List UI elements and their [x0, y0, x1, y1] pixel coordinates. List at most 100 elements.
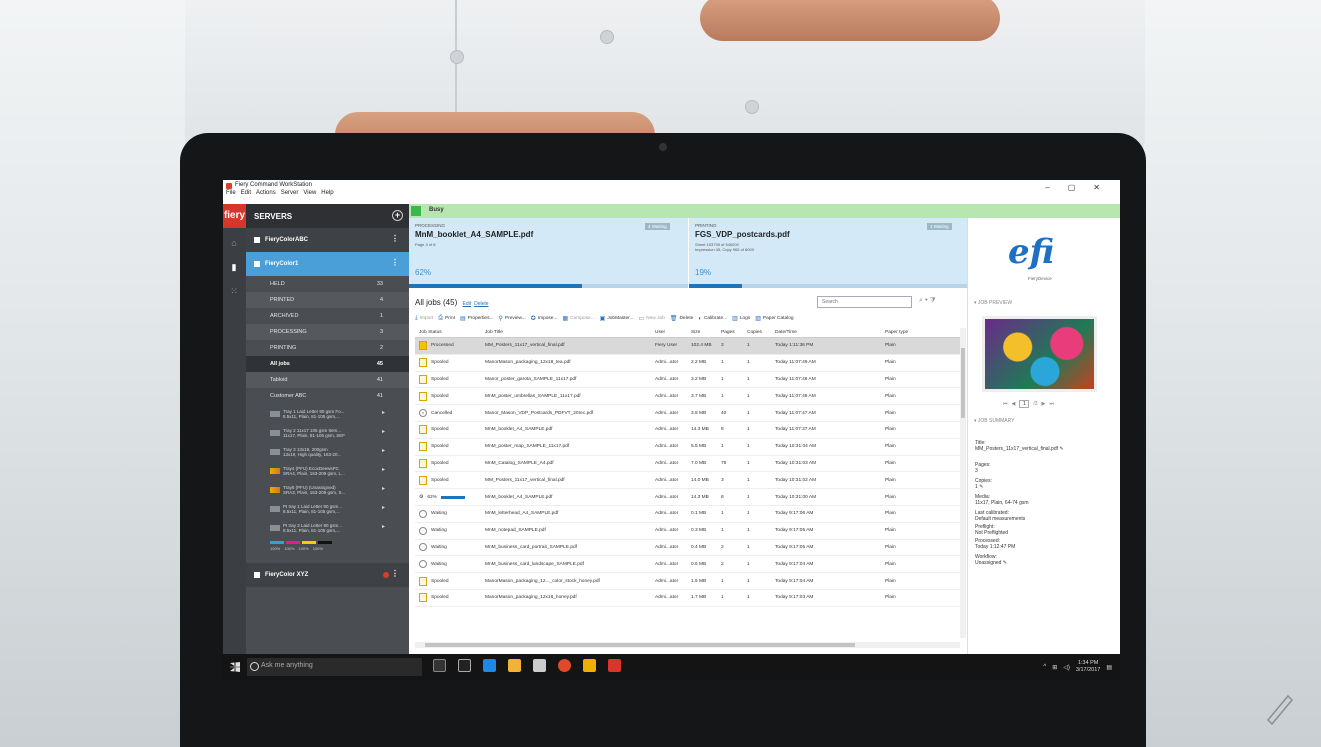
search-input[interactable] — [817, 296, 912, 308]
media-tray-item[interactable]: Tray5 (PFU) (Unassigned) SRA3, Plain, 163… — [246, 480, 409, 499]
scroll-thumb[interactable] — [425, 643, 855, 647]
minimize-button[interactable]: – — [1045, 183, 1049, 192]
volume-icon[interactable]: ◁) — [1063, 664, 1070, 671]
menu-edit[interactable]: Edit — [241, 190, 251, 196]
scroll-thumb[interactable] — [961, 348, 965, 418]
column-header[interactable]: Copies — [741, 330, 775, 335]
media-tray-item[interactable]: Tray4 (PFU) EcoxDeewsPC SRA4, Plain, 163-… — [246, 461, 409, 480]
table-row[interactable]: Waiting MnM_business_card_portrait_SAMPLE… — [415, 540, 961, 557]
impose-button[interactable]: ✪ Impose... — [531, 315, 558, 322]
waiting-badge[interactable]: 1 Waiting — [927, 223, 952, 230]
table-row[interactable]: × Cancelled Manor_Mason_VDP_Postcards_PDFV… — [415, 405, 961, 422]
table-row[interactable]: Spooled MM_Posters_11x17_vertical_final.p… — [415, 472, 961, 490]
app-icon-yellow[interactable] — [583, 659, 596, 672]
more-options-icon[interactable]: ⋮ — [391, 569, 399, 578]
logs-button[interactable]: ▥ Logs — [732, 315, 750, 322]
queue-item-archived[interactable]: ARCHIVED 1 — [246, 308, 409, 324]
more-options-icon[interactable]: ⋮ — [391, 234, 399, 243]
media-tray-item[interactable]: PI tray 2 Laid Letter 90 gsm... 8.5x11, P… — [246, 518, 409, 537]
preview-button[interactable]: ⚲ Preview... — [499, 315, 526, 322]
edit-pencil-icon[interactable]: ✎ — [978, 484, 983, 490]
task-view-icon[interactable] — [458, 659, 471, 672]
server-icon[interactable]: ▮ — [229, 262, 239, 272]
page-number-input[interactable]: 1 — [1019, 400, 1030, 408]
import-button[interactable]: ⤓ Import — [415, 315, 433, 322]
column-header[interactable]: Job Status — [415, 330, 485, 335]
clock[interactable]: 1:34 PM 3/17/2017 — [1076, 660, 1100, 674]
table-row[interactable]: Processed MM_Posters_11x17_vertical_final… — [415, 338, 961, 355]
table-row[interactable]: Spooled ManorMason_packaging_12..._color_… — [415, 573, 961, 590]
menu-actions[interactable]: Actions — [256, 190, 276, 196]
column-header[interactable]: Date/Time — [775, 330, 885, 335]
table-row[interactable]: Waiting MnM_notepad_SAMPLE.pdf Admi...ator… — [415, 523, 961, 540]
delete-link[interactable]: Delete — [474, 301, 488, 307]
file-explorer-icon[interactable] — [508, 659, 521, 672]
store-icon[interactable] — [533, 659, 546, 672]
job-summary-section-title[interactable]: ▾ JOB SUMMARY — [974, 418, 1015, 424]
horizontal-scrollbar[interactable] — [415, 642, 960, 648]
chevron-up-icon[interactable]: ^ — [1043, 664, 1046, 670]
media-tray-item[interactable]: Tray 3 13x19, 200gsm 13x19, High quality,… — [246, 442, 409, 461]
waiting-badge[interactable]: 4 Waiting — [645, 223, 670, 230]
vertical-scrollbar[interactable] — [960, 328, 966, 638]
column-header[interactable]: Size — [691, 330, 721, 335]
home-icon[interactable]: ⌂ — [229, 238, 239, 248]
more-options-icon[interactable]: ⋮ — [391, 258, 399, 267]
edit-pencil-icon[interactable]: ✎ — [1058, 446, 1063, 452]
apps-grid-icon[interactable]: ⁙ — [229, 286, 239, 296]
fiery-app-icon[interactable] — [608, 659, 621, 672]
first-page-icon[interactable]: ⏮ — [1003, 401, 1008, 407]
server-item[interactable]: FieryColor XYZ ⋮ — [246, 563, 409, 587]
chevron-down-icon[interactable]: ▾ — [925, 297, 928, 304]
prev-page-icon[interactable]: ◀ — [1012, 401, 1016, 407]
jobmaster-button[interactable]: ▣ JobMaster... — [600, 315, 634, 322]
table-row[interactable]: Spooled Manor_poster_garota_SAMPLE_11x17.… — [415, 372, 961, 389]
media-tray-item[interactable]: Tray 2 11x17 105 gsm Item... 11x17, Plain… — [246, 423, 409, 442]
close-button[interactable]: ✕ — [1093, 183, 1100, 192]
paper-catalog-button[interactable]: ▧ Paper Catalog — [755, 315, 793, 322]
table-row[interactable]: Spooled MnM_Catalog_SAMPLE_A4.pdf Admi...a… — [415, 456, 961, 473]
edit-pencil-icon[interactable]: ✎ — [1001, 560, 1007, 566]
windows-start-icon[interactable] — [230, 662, 240, 672]
table-row[interactable]: Waiting MnM_letterhead_A4_SAMPLE.pdf Admi.… — [415, 506, 961, 523]
table-row[interactable]: Spooled MnM_poster_map_SAMPLE_11x17.pdf Ad… — [415, 439, 961, 456]
media-tray-item[interactable]: PI tray 1 Laid Letter 90 gsm... 8.5x11, P… — [246, 499, 409, 518]
menu-view[interactable]: View — [303, 190, 316, 196]
notifications-icon[interactable]: ▤ — [1106, 664, 1112, 671]
processing-pane[interactable]: PROCESSING MnM_booklet_A4_SAMPLE.pdf Pag… — [409, 218, 688, 288]
last-page-icon[interactable]: ⏭ — [1049, 401, 1054, 407]
chrome-icon[interactable] — [558, 659, 571, 672]
printing-pane[interactable]: PRINTING FGS_VDP_postcards.pdf Sheet 103… — [689, 218, 967, 288]
column-header[interactable]: User — [655, 330, 691, 335]
queue-item-customer-abc[interactable]: Customer ABC 41 — [246, 388, 409, 404]
server-item-selected[interactable]: FieryColor1 ⋮ — [246, 252, 409, 276]
queue-item-printed[interactable]: PRINTED 4 — [246, 292, 409, 308]
calibrate-button[interactable]: ◐ Calibrate... — [698, 315, 727, 322]
filter-icon[interactable]: ⧩ — [930, 297, 936, 304]
print-button[interactable]: ⎙ Print — [438, 315, 455, 322]
queue-item-printing[interactable]: PRINTING 2 — [246, 340, 409, 356]
add-server-button[interactable]: + — [392, 210, 403, 221]
menu-file[interactable]: File — [226, 190, 236, 196]
edit-link[interactable]: Edit — [462, 301, 471, 307]
server-item[interactable]: FieryColorABC ⋮ — [246, 228, 409, 252]
compose-button[interactable]: ▦ Compose... — [562, 315, 594, 322]
table-row[interactable]: Spooled ManorMason_packaging_12x18_tea.pd… — [415, 355, 961, 372]
column-header[interactable]: Job Title — [485, 330, 655, 335]
job-preview-thumbnail[interactable] — [982, 316, 1097, 392]
maximize-button[interactable]: ▢ — [1068, 183, 1076, 192]
job-preview-section-title[interactable]: ▾ JOB PREVIEW — [974, 300, 1012, 306]
delete-button[interactable]: 🗑 Delete — [670, 315, 694, 322]
next-page-icon[interactable]: ▶ — [1042, 401, 1046, 407]
table-row[interactable]: Spooled MnM_booklet_A4_SAMPLE.pdf Admi...a… — [415, 422, 961, 439]
search-icon[interactable]: ⌕ — [919, 297, 923, 304]
column-header[interactable]: Paper type — [885, 330, 935, 335]
menu-help[interactable]: Help — [321, 190, 333, 196]
cortana-search[interactable]: Ask me anything — [247, 658, 422, 676]
menu-server[interactable]: Server — [281, 190, 299, 196]
new-job-button[interactable]: ▭ New Job — [638, 315, 664, 322]
microphone-icon[interactable] — [433, 659, 446, 672]
network-icon[interactable]: ⊞ — [1052, 664, 1057, 671]
table-row[interactable]: Spooled MnM_poster_umbrellas_SAMPLE_11x17… — [415, 388, 961, 406]
table-row[interactable]: Spooled ManorMason_packaging_12x18_honey.… — [415, 590, 961, 607]
